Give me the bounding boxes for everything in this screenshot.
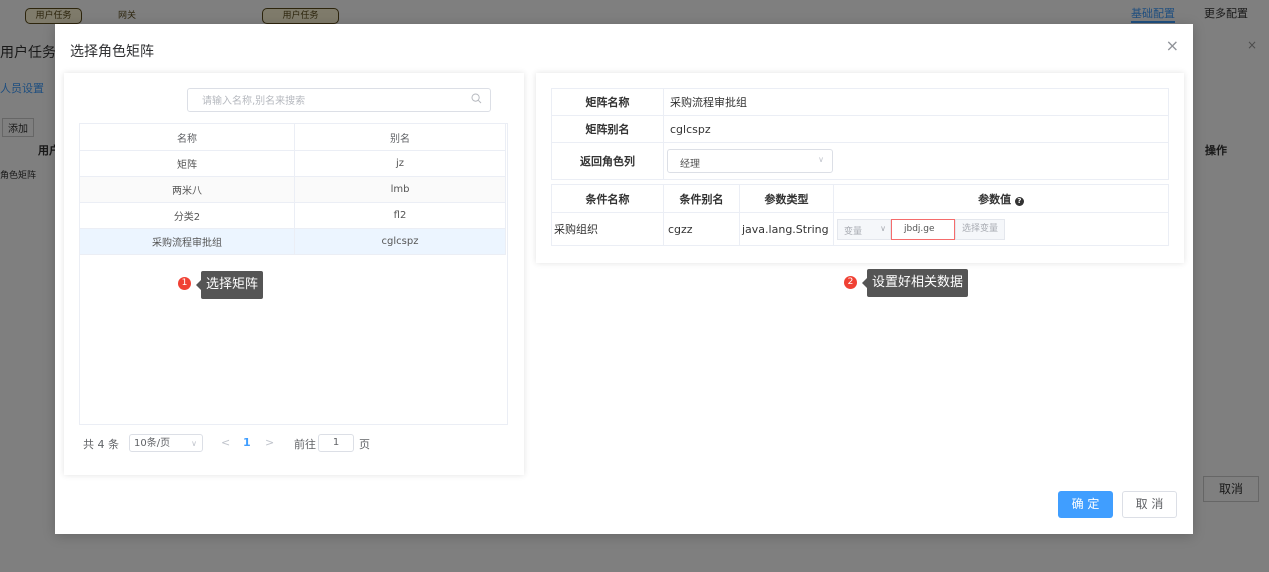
col-header-alias: 别名: [294, 123, 506, 151]
cell-name: 采购流程审批组: [79, 228, 295, 255]
param-value-input[interactable]: jbdj.ge: [891, 219, 955, 240]
cond-name-value: 采购组织: [551, 212, 664, 246]
return-column-label: 返回角色列: [551, 142, 664, 180]
tooltip-set-data: 设置好相关数据: [861, 269, 969, 297]
help-icon[interactable]: ?: [1014, 196, 1024, 206]
goto-page-input[interactable]: [318, 434, 354, 452]
table-row[interactable]: 两米八 lmb: [79, 176, 506, 203]
matrix-table-wrapper: 名称 别名 矩阵 jz 两米八 lmb 分类2 fl2 采购流程审批组 cglc…: [79, 123, 508, 425]
dialog-title: 选择角色矩阵: [70, 44, 154, 60]
pagination: 共 4 条 10条/页 ∨ < 1 > 前往 页: [83, 434, 383, 454]
close-icon[interactable]: ×: [1166, 36, 1179, 55]
cell-name: 分类2: [79, 202, 295, 229]
table-row[interactable]: 矩阵 jz: [79, 150, 506, 177]
table-row[interactable]: 分类2 fl2: [79, 202, 506, 229]
cond-header-type: 参数类型: [739, 184, 834, 213]
cond-header-value: 参数值: [978, 192, 1012, 206]
cell-alias: lmb: [294, 176, 506, 203]
matrix-name-value: 采购流程审批组: [663, 88, 1169, 116]
confirm-button[interactable]: 确 定: [1058, 491, 1113, 518]
cancel-button[interactable]: 取 消: [1122, 491, 1177, 518]
matrix-name-label: 矩阵名称: [551, 88, 664, 116]
cond-type-value: java.lang.String: [739, 212, 834, 246]
cond-alias-value: cgzz: [663, 212, 740, 246]
cell-alias: cglcspz: [294, 228, 506, 255]
step-badge-1: 1: [178, 277, 191, 290]
condition-table: 条件名称 条件别名 参数类型 参数值 ? 采购组织 cgzz java.lang…: [551, 184, 1169, 246]
value-type-select[interactable]: 变量 ∨: [837, 219, 891, 240]
pagination-total: 共 4 条: [83, 438, 119, 451]
page-size-value: 10条/页: [134, 438, 171, 449]
cell-name: 矩阵: [79, 150, 295, 177]
cond-header-name: 条件名称: [551, 184, 664, 213]
cell-alias: jz: [294, 150, 506, 177]
matrix-info-table: 矩阵名称 采购流程审批组 矩阵别名 cglcspz 返回角色列 经理 ∨: [551, 88, 1169, 180]
search-icon[interactable]: [471, 93, 482, 104]
matrix-alias-label: 矩阵别名: [551, 115, 664, 143]
select-variable-button[interactable]: 选择变量: [955, 219, 1005, 240]
value-type-value: 变量: [844, 227, 863, 237]
return-column-value: 经理: [680, 159, 700, 170]
chevron-down-icon: ∨: [880, 224, 886, 233]
next-page-button[interactable]: >: [265, 436, 274, 449]
table-header-row: 名称 别名: [79, 123, 506, 151]
select-role-matrix-dialog: 选择角色矩阵 × 名称 别名 矩阵 jz 两米八: [55, 24, 1193, 534]
prev-page-button[interactable]: <: [221, 436, 230, 449]
cond-header-alias: 条件别名: [663, 184, 740, 213]
cell-name: 两米八: [79, 176, 295, 203]
cell-alias: fl2: [294, 202, 506, 229]
matrix-list-panel: 名称 别名 矩阵 jz 两米八 lmb 分类2 fl2 采购流程审批组 cg: [64, 73, 524, 475]
matrix-table: 名称 别名 矩阵 jz 两米八 lmb 分类2 fl2 采购流程审批组 cglc…: [79, 123, 506, 255]
chevron-down-icon: ∨: [818, 155, 824, 164]
return-column-select[interactable]: 经理 ∨: [667, 149, 833, 173]
search-box[interactable]: [187, 88, 491, 113]
col-header-name: 名称: [79, 123, 295, 151]
matrix-detail-panel: 矩阵名称 采购流程审批组 矩阵别名 cglcspz 返回角色列 经理 ∨ 条件名…: [536, 73, 1184, 263]
table-row-selected[interactable]: 采购流程审批组 cglcspz: [79, 228, 506, 255]
page-number-current[interactable]: 1: [243, 436, 251, 449]
page-unit-label: 页: [359, 438, 370, 451]
search-input[interactable]: [200, 90, 464, 113]
chevron-down-icon: ∨: [191, 439, 197, 448]
tooltip-select-matrix: 选择矩阵: [195, 271, 264, 299]
page-size-select[interactable]: 10条/页 ∨: [129, 434, 203, 452]
goto-label: 前往: [294, 438, 316, 451]
param-value-text: jbdj.ge: [904, 224, 935, 234]
step-badge-2: 2: [844, 276, 857, 289]
matrix-alias-value: cglcspz: [663, 115, 1169, 143]
